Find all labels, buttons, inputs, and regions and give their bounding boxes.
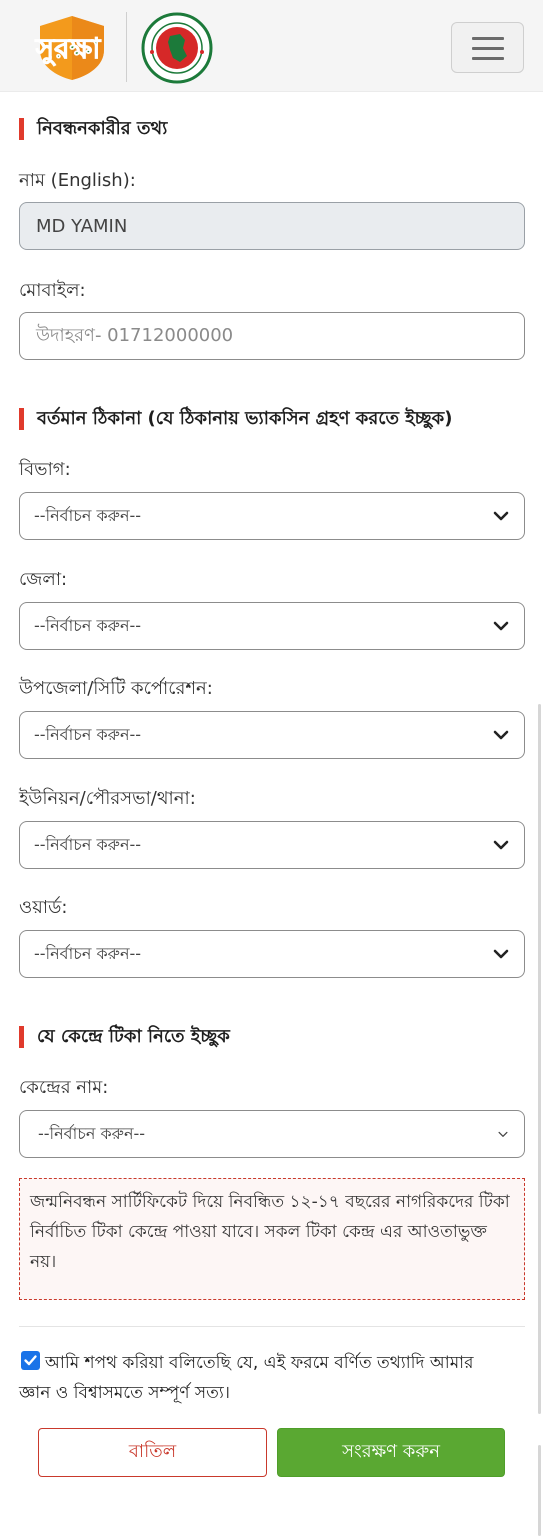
- upazila-select[interactable]: --নির্বাচন করুন--: [19, 711, 525, 759]
- ward-label: ওয়ার্ড:: [19, 897, 68, 918]
- union-label: ইউনিয়ন/পৌরসভা/থানা:: [19, 788, 196, 809]
- scrollbar[interactable]: [538, 704, 541, 1414]
- select-value: --নির্বাচন করুন--: [34, 505, 142, 525]
- save-button[interactable]: সংরক্ষণ করুন: [277, 1428, 505, 1477]
- mobile-input[interactable]: উদাহরণ- 01712000000: [19, 312, 525, 360]
- oath-text: আমি শপথ করিয়া বলিতেছি যে, এই ফরমে বর্ণি…: [45, 1353, 474, 1373]
- mobile-placeholder: উদাহরণ- 01712000000: [36, 324, 234, 346]
- chevron-down-icon: [498, 1131, 508, 1137]
- section-accent-bar: [19, 118, 24, 140]
- upazila-label: উপজেলা/সিটি কর্পোরেশন:: [19, 678, 213, 699]
- select-value: --নির্বাচন করুন--: [38, 1123, 146, 1143]
- name-label: নাম (English):: [19, 170, 136, 191]
- section-title: নিবন্ধনকারীর তথ্য: [37, 117, 168, 139]
- union-select[interactable]: --নির্বাচন করুন--: [19, 821, 525, 869]
- ward-select[interactable]: --নির্বাচন করুন--: [19, 930, 525, 978]
- section-title: যে কেন্দ্রে টিকা নিতে ইচ্ছুক: [37, 1025, 230, 1047]
- district-select[interactable]: --নির্বাচন করুন--: [19, 602, 525, 650]
- district-label: জেলা:: [19, 569, 68, 590]
- chevron-down-icon: [493, 949, 509, 959]
- hamburger-icon: [472, 37, 504, 40]
- center-select[interactable]: --নির্বাচন করুন--: [19, 1110, 525, 1158]
- name-field: MD YAMIN: [19, 202, 525, 250]
- oath-checkbox[interactable]: [21, 1351, 40, 1370]
- section-registrant-info: নিবন্ধনকারীর তথ্য: [19, 117, 167, 141]
- select-value: --নির্বাচন করুন--: [34, 724, 142, 744]
- scrollbar-lower[interactable]: [538, 1445, 541, 1536]
- chevron-down-icon: [493, 621, 509, 631]
- select-value: --নির্বাচন করুন--: [34, 834, 142, 854]
- logo-divider: [126, 12, 127, 82]
- select-value: --নির্বাচন করুন--: [34, 615, 142, 635]
- svg-text:সুরক্ষা: সুরক্ষা: [35, 32, 102, 66]
- section-accent-bar: [19, 408, 24, 430]
- center-name-label: কেন্দ্রের নাম:: [19, 1077, 109, 1098]
- checkmark-icon: [24, 1355, 37, 1366]
- chevron-down-icon: [493, 511, 509, 521]
- division-select[interactable]: --নির্বাচন করুন--: [19, 492, 525, 540]
- section-accent-bar: [19, 1026, 24, 1048]
- select-value: --নির্বাচন করুন--: [34, 943, 142, 963]
- suraksha-logo[interactable]: সুরক্ষা: [24, 14, 112, 82]
- section-center: যে কেন্দ্রে টিকা নিতে ইচ্ছুক: [19, 1025, 230, 1049]
- chevron-down-icon: [493, 730, 509, 740]
- section-title: বর্তমান ঠিকানা (যে ঠিকানায় ভ্যাকসিন গ্র…: [37, 407, 453, 429]
- cancel-button[interactable]: বাতিল: [38, 1428, 267, 1477]
- oath-text-line2: জ্ঞান ও বিশ্বাসমতে সম্পূর্ণ সত্য।: [19, 1383, 230, 1403]
- section-current-address: বর্তমান ঠিকানা (যে ঠিকানায় ভ্যাকসিন গ্র…: [19, 407, 452, 431]
- government-seal-icon: [141, 12, 213, 84]
- name-value: MD YAMIN: [36, 215, 128, 237]
- mobile-label: মোবাইল:: [19, 280, 86, 301]
- chevron-down-icon: [493, 840, 509, 850]
- center-notice: জন্মনিবন্ধন সার্টিফিকেট দিয়ে নিবন্ধিত ১…: [19, 1178, 525, 1300]
- menu-toggle-button[interactable]: [451, 22, 524, 73]
- divider: [19, 1326, 525, 1327]
- division-label: বিভাগ:: [19, 459, 71, 480]
- app-header: সুরক্ষা: [0, 0, 543, 92]
